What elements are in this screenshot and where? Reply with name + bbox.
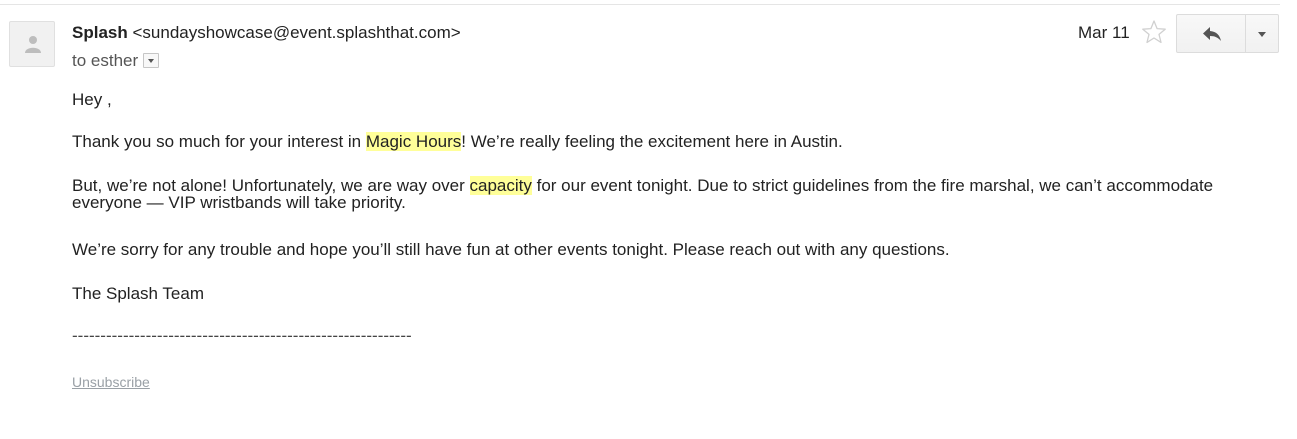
recipient-line: to esther xyxy=(72,50,160,71)
paragraph-1-text-a: Thank you so much for your interest in xyxy=(72,132,366,151)
greeting: Hey , xyxy=(72,90,112,109)
reply-button-group xyxy=(1176,14,1279,53)
header-divider xyxy=(0,4,1280,5)
show-details-icon[interactable] xyxy=(143,53,160,68)
body-paragraph-1: Thank you so much for your interest in M… xyxy=(72,132,1262,151)
more-actions-button[interactable] xyxy=(1246,14,1279,53)
signoff: The Splash Team xyxy=(72,284,204,303)
body-paragraph-3: We’re sorry for any trouble and hope you… xyxy=(72,240,950,259)
person-icon xyxy=(25,36,41,53)
sender-avatar xyxy=(9,21,55,67)
chevron-down-icon xyxy=(1258,32,1266,37)
unsubscribe-link[interactable]: Unsubscribe xyxy=(72,374,150,391)
message-date[interactable]: Mar 11 xyxy=(1078,22,1130,43)
sender-name[interactable]: Splash xyxy=(72,23,128,42)
footer-divider: ----------------------------------------… xyxy=(72,326,412,345)
recipient-text: to esther xyxy=(72,51,139,70)
highlighted-term-magic-hours: Magic Hours xyxy=(365,132,462,151)
body-paragraph-2: But, we’re not alone! Unfortunately, we … xyxy=(72,176,1262,211)
paragraph-1-text-b: ! We’re really feeling the excitement he… xyxy=(461,132,843,151)
highlighted-term-capacity: capacity xyxy=(469,176,532,195)
sender-email: <sundayshowcase@event.splashthat.com> xyxy=(132,23,461,42)
reply-button[interactable] xyxy=(1176,14,1246,53)
reply-arrow-icon xyxy=(1203,27,1221,41)
sender-line: Splash <sundayshowcase@event.splashthat.… xyxy=(72,22,461,43)
star-outline-icon[interactable] xyxy=(1141,19,1167,45)
